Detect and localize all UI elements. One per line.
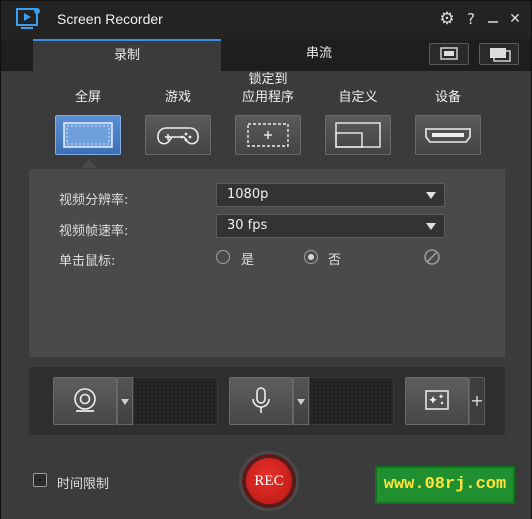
tab-record[interactable]: 录制 [33, 39, 221, 71]
mode-device-button[interactable] [415, 115, 481, 155]
microphone-level-preview [309, 377, 394, 425]
gamepad-icon [157, 127, 199, 145]
title-bar: Screen Recorder ⚙ ? ✕ [1, 1, 531, 39]
mouse-click-yes-radio[interactable] [216, 250, 230, 264]
mode-label-game: 游戏 [164, 90, 191, 105]
close-button[interactable]: ✕ [505, 8, 525, 30]
windows-icon [490, 48, 511, 62]
framerate-value: 30 fps [227, 218, 268, 233]
mode-label-device: 设备 [434, 90, 461, 105]
device-bar: + [29, 367, 505, 435]
screen-recorder-window: Screen Recorder ⚙ ? ✕ 录制 串流 全屏 游戏 锁定到 应用… [0, 0, 532, 519]
app-title: Screen Recorder [57, 11, 163, 27]
sparkle-effects-icon [425, 390, 449, 410]
watermark: www.08rj.com [375, 466, 515, 504]
resolution-dropdown[interactable]: 1080p [216, 183, 445, 207]
disabled-icon [424, 249, 440, 265]
mouse-click-no-radio[interactable] [304, 250, 318, 264]
screenshot-view-button[interactable] [429, 43, 469, 65]
mode-label-lock-app-line1: 锁定到 [248, 72, 288, 87]
help-button[interactable]: ? [461, 8, 481, 30]
microphone-button[interactable] [229, 377, 293, 425]
resolution-value: 1080p [227, 187, 269, 202]
framerate-dropdown[interactable]: 30 fps [216, 214, 445, 238]
rec-button[interactable]: REC [246, 458, 292, 504]
mode-fullscreen-button[interactable] [55, 115, 121, 155]
microphone-icon [252, 387, 270, 413]
webcam-icon [74, 388, 96, 412]
mode-game-button[interactable] [145, 115, 211, 155]
chevron-down-icon [426, 223, 436, 230]
mouse-click-label: 单击鼠标: [59, 254, 116, 269]
resolution-label: 视频分辨率: [59, 193, 129, 208]
chevron-down-icon [426, 192, 436, 199]
mode-custom-button[interactable] [325, 115, 391, 155]
lock-app-icon [247, 123, 289, 147]
selected-mode-pointer [81, 159, 97, 168]
capture-frame-icon [440, 47, 458, 60]
framerate-label: 视频帧速率: [59, 224, 129, 239]
custom-region-icon [335, 122, 381, 148]
add-device-button[interactable]: + [469, 377, 485, 425]
effects-button[interactable] [405, 377, 469, 425]
rec-button-ring: REC [239, 451, 299, 511]
hdmi-device-icon [425, 128, 471, 143]
webcam-button[interactable] [53, 377, 117, 425]
webcam-preview [133, 377, 218, 425]
mouse-click-no-label: 否 [328, 253, 342, 268]
main-panel: 全屏 游戏 锁定到 应用程序 自定义 设备 视频分辨率: 1080p 视频帧速率… [1, 71, 531, 519]
tab-stream[interactable]: 串流 [221, 39, 417, 71]
gear-icon[interactable]: ⚙ [437, 8, 457, 30]
app-logo-icon [16, 8, 40, 29]
settings-panel: 视频分辨率: 1080p 视频帧速率: 30 fps 单击鼠标: 是 否 [29, 169, 505, 357]
mode-lock-app-button[interactable] [235, 115, 301, 155]
mode-label-custom: 自定义 [338, 90, 378, 105]
microphone-options-arrow[interactable] [293, 377, 309, 425]
webcam-options-arrow[interactable] [117, 377, 133, 425]
time-limit-label: 时间限制 [57, 477, 110, 492]
mini-mode-button[interactable] [479, 43, 519, 65]
minimize-icon[interactable] [483, 8, 503, 30]
fullscreen-icon [63, 122, 113, 148]
time-limit-checkbox[interactable] [33, 473, 47, 487]
mode-label-fullscreen: 全屏 [74, 90, 101, 105]
mode-label-lock-app-line2: 应用程序 [241, 90, 294, 105]
mouse-click-yes-label: 是 [241, 253, 255, 268]
tab-bar: 录制 串流 [1, 39, 531, 71]
